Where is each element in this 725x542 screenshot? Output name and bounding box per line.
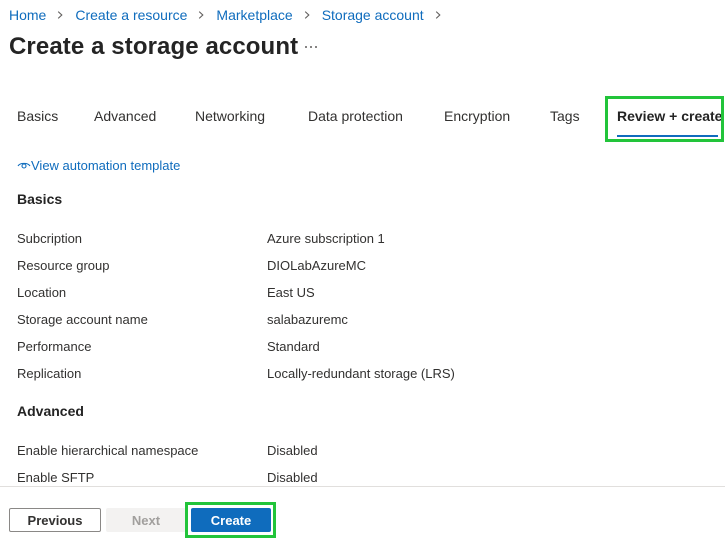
label-hierarchical-namespace: Enable hierarchical namespace (17, 443, 199, 458)
footer-divider (0, 486, 725, 487)
value-storage-account-name: salabazuremc (267, 312, 348, 327)
chevron-right-icon (303, 11, 311, 19)
tab-advanced[interactable]: Advanced (94, 108, 156, 124)
label-resource-group: Resource group (17, 258, 110, 273)
highlight-box-review-tab (605, 96, 724, 142)
tab-tags[interactable]: Tags (550, 108, 580, 124)
page-title: Create a storage account (9, 33, 299, 60)
breadcrumb: Home Create a resource Marketplace Stora… (9, 6, 453, 24)
label-location: Location (17, 285, 67, 300)
value-location: East US (267, 285, 315, 300)
breadcrumb-create-resource[interactable]: Create a resource (75, 7, 187, 23)
automation-link-label: View automation template (31, 157, 181, 173)
chevron-right-icon (56, 11, 64, 19)
label-replication: Replication (17, 366, 82, 381)
previous-button[interactable]: Previous (9, 508, 101, 532)
section-title-advanced: Advanced (17, 403, 84, 419)
tab-basics[interactable]: Basics (17, 108, 58, 124)
value-enable-sftp: Disabled (267, 470, 318, 485)
value-resource-group: DIOLabAzureMC (267, 258, 366, 273)
value-hierarchical-namespace: Disabled (267, 443, 318, 458)
label-storage-account-name: Storage account name (17, 312, 148, 327)
next-button: Next (106, 508, 186, 532)
ellipsis-icon[interactable] (302, 38, 320, 56)
breadcrumb-storage-account[interactable]: Storage account (322, 7, 424, 23)
tab-data-protection[interactable]: Data protection (308, 108, 403, 124)
label-subscription: Subcription (17, 231, 83, 246)
tab-networking[interactable]: Networking (195, 108, 265, 124)
label-enable-sftp: Enable SFTP (17, 470, 95, 485)
chevron-right-icon (434, 11, 442, 19)
value-replication: Locally-redundant storage (LRS) (267, 366, 455, 381)
chevron-right-icon (197, 11, 205, 19)
tab-encryption[interactable]: Encryption (444, 108, 510, 124)
breadcrumb-marketplace[interactable]: Marketplace (216, 7, 292, 23)
highlight-box-create-button (185, 502, 276, 538)
label-performance: Performance (17, 339, 92, 354)
section-title-basics: Basics (17, 191, 63, 207)
eye-icon (17, 158, 31, 172)
view-automation-template-link[interactable]: View automation template (17, 156, 180, 174)
value-performance: Standard (267, 339, 320, 354)
breadcrumb-home[interactable]: Home (9, 7, 46, 23)
value-subscription: Azure subscription 1 (267, 231, 385, 246)
